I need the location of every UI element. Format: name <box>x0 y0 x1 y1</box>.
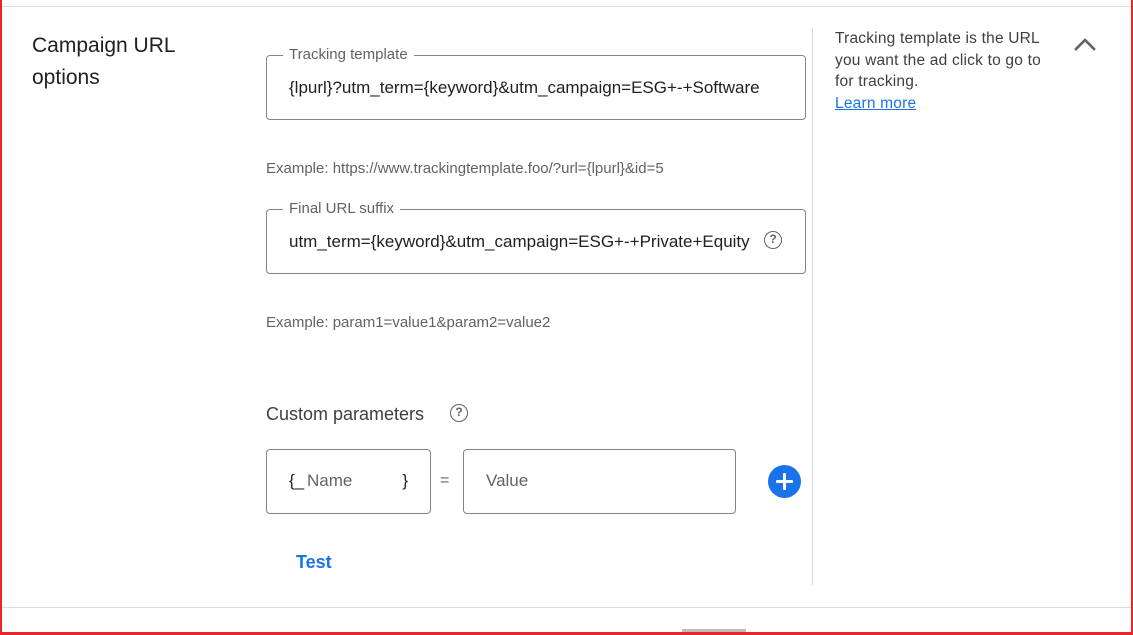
add-circle-icon[interactable] <box>768 465 801 498</box>
section-title: Campaign URL options <box>32 34 175 89</box>
equals-sign: = <box>440 472 450 489</box>
vertical-divider <box>812 28 813 585</box>
info-text: Tracking template is the URL you want th… <box>835 30 1041 90</box>
final-url-suffix-field[interactable]: Final URL suffix utm_term={keyword}&utm_… <box>266 200 806 274</box>
tracking-template-example: Example: https://www.trackingtemplate.fo… <box>266 160 664 177</box>
name-prefix: {_ <box>289 471 305 490</box>
value-placeholder: Value <box>486 471 529 490</box>
help-circle-icon[interactable]: ? <box>450 404 468 422</box>
bottom-divider <box>2 607 1131 608</box>
final-url-suffix-example: Example: param1=value1&param2=value2 <box>266 314 551 331</box>
custom-parameter-value-input[interactable]: Value <box>463 449 736 514</box>
tracking-template-input[interactable]: {lpurl}?utm_term={keyword}&utm_campaign=… <box>289 56 785 119</box>
info-panel: Tracking template is the URL you want th… <box>835 28 1050 114</box>
top-divider <box>2 0 1131 7</box>
custom-parameter-name-input[interactable]: {_ Name } <box>266 449 431 514</box>
name-suffix: } <box>402 471 408 490</box>
name-placeholder: Name <box>307 471 353 490</box>
learn-more-link[interactable]: Learn more <box>835 93 1050 115</box>
custom-parameters-label: Custom parameters <box>266 404 425 424</box>
tracking-template-field[interactable]: Tracking template {lpurl}?utm_term={keyw… <box>266 46 806 120</box>
help-circle-icon[interactable]: ? <box>764 231 782 249</box>
test-button[interactable]: Test <box>284 546 344 578</box>
final-url-suffix-input[interactable]: utm_term={keyword}&utm_campaign=ESG+-+Pr… <box>289 210 761 273</box>
scrollbar-thumb[interactable] <box>682 629 746 633</box>
chevron-up-icon[interactable] <box>1071 30 1099 58</box>
